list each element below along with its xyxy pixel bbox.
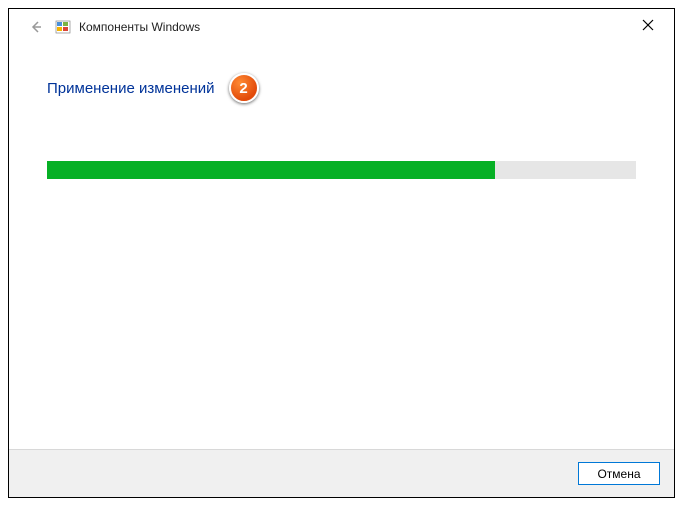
content-area: Применение изменений 2 <box>9 45 674 449</box>
page-heading: Применение изменений <box>47 80 215 97</box>
dialog-footer: Отмена <box>9 449 674 497</box>
close-button[interactable] <box>628 11 668 39</box>
heading-row: Применение изменений 2 <box>47 73 636 103</box>
window-title: Компоненты Windows <box>79 20 200 34</box>
titlebar: Компоненты Windows <box>9 9 674 45</box>
annotation-callout: 2 <box>229 73 259 103</box>
back-arrow-icon[interactable] <box>27 18 45 36</box>
cancel-button[interactable]: Отмена <box>578 462 660 485</box>
progress-bar <box>47 161 636 179</box>
windows-features-icon <box>55 19 71 35</box>
close-icon <box>642 19 654 31</box>
dialog-window: Компоненты Windows Применение изменений … <box>8 8 675 498</box>
progress-fill <box>47 161 495 179</box>
